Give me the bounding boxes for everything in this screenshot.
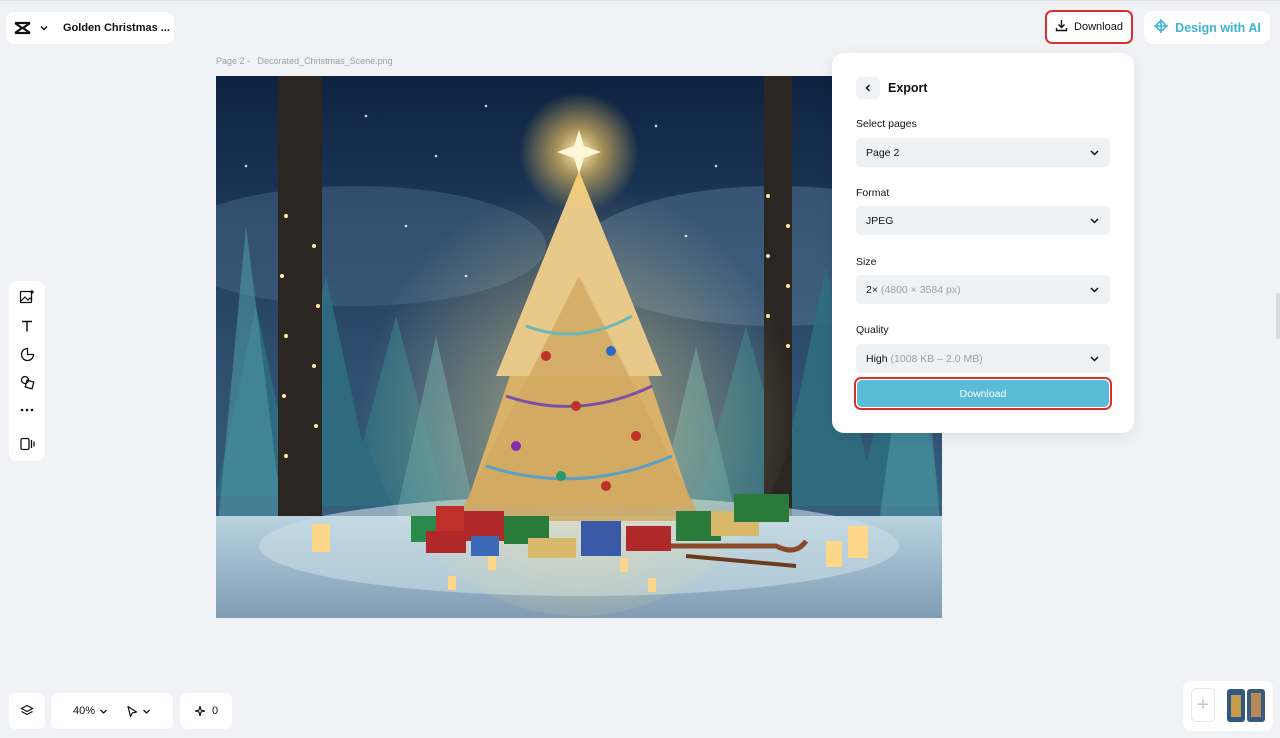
ai-credits-count: 0 [211, 705, 219, 717]
document-title-bar[interactable]: Golden Christmas ... [6, 12, 174, 44]
select-pages-dropdown[interactable]: Page 2 [856, 138, 1110, 167]
chevron-down-icon[interactable] [39, 22, 49, 34]
zoom-value: 40% [72, 705, 96, 717]
size-value: 2× [866, 283, 878, 296]
select-pages-value: Page 2 [866, 146, 900, 159]
chevron-down-icon [1090, 218, 1099, 224]
text-icon[interactable] [17, 316, 37, 336]
chevron-down-icon [1090, 356, 1099, 362]
format-value: JPEG [866, 214, 894, 227]
page-thumbnails: + [1183, 681, 1273, 731]
quality-dropdown[interactable]: High (1008 KB – 2.0 MB) [856, 344, 1110, 373]
export-panel: Export Select pages Page 2 Format JPEG S… [832, 53, 1134, 433]
document-title[interactable]: Golden Christmas ... [63, 22, 170, 34]
zoom-dropdown[interactable]: 40% [67, 705, 114, 717]
chevron-down-icon [143, 709, 150, 714]
design-with-ai-label: Design with AI [1175, 20, 1261, 35]
chevron-down-icon [100, 709, 107, 714]
add-page-button[interactable]: + [1191, 688, 1215, 722]
sticker-icon[interactable] [17, 344, 37, 364]
download-icon [1055, 19, 1068, 35]
left-toolbar [9, 281, 45, 461]
top-border [0, 0, 1280, 1]
layers-icon [20, 704, 34, 716]
more-icon[interactable] [17, 400, 37, 420]
panel-toggle-icon[interactable] [17, 434, 37, 454]
page-label: Page 2 - Decorated_Christmas_Scene.png [216, 56, 393, 66]
back-button[interactable] [856, 77, 880, 99]
download-button[interactable]: Download [1045, 10, 1133, 44]
pointer-tool-dropdown[interactable] [120, 705, 157, 718]
select-pages-label: Select pages [856, 118, 917, 130]
pointer-icon [127, 705, 138, 717]
ai-sparkle-icon [1153, 18, 1169, 37]
export-download-label: Download [857, 380, 1109, 407]
quality-label: Quality [856, 324, 889, 336]
add-image-icon[interactable] [17, 287, 37, 307]
chevron-down-icon [1090, 150, 1099, 156]
page-thumbnail[interactable] [1225, 687, 1267, 723]
export-download-button[interactable]: Download [854, 377, 1112, 410]
layers-button[interactable] [9, 693, 45, 729]
file-name-label: Decorated_Christmas_Scene.png [257, 56, 393, 66]
design-with-ai-button[interactable]: Design with AI [1144, 11, 1270, 44]
quality-detail: (1008 KB – 2.0 MB) [890, 352, 983, 365]
scroll-handle[interactable] [1276, 293, 1280, 339]
format-label: Format [856, 187, 890, 199]
chevron-down-icon [1090, 287, 1099, 293]
zoom-controls: 40% [51, 693, 173, 729]
chevron-left-icon [865, 84, 871, 92]
size-label: Size [856, 256, 877, 268]
size-detail: (4800 × 3584 px) [880, 283, 961, 296]
sparkle-icon [194, 705, 206, 717]
ai-credits-button[interactable]: 0 [180, 693, 232, 729]
download-button-label: Download [1074, 21, 1123, 33]
shapes-icon[interactable] [17, 372, 37, 392]
format-dropdown[interactable]: JPEG [856, 206, 1110, 235]
export-title: Export [888, 81, 928, 95]
page-number-label: Page 2 - [216, 56, 251, 66]
capcut-logo-icon[interactable] [14, 19, 31, 37]
size-dropdown[interactable]: 2× (4800 × 3584 px) [856, 275, 1110, 304]
quality-value: High [866, 352, 888, 365]
